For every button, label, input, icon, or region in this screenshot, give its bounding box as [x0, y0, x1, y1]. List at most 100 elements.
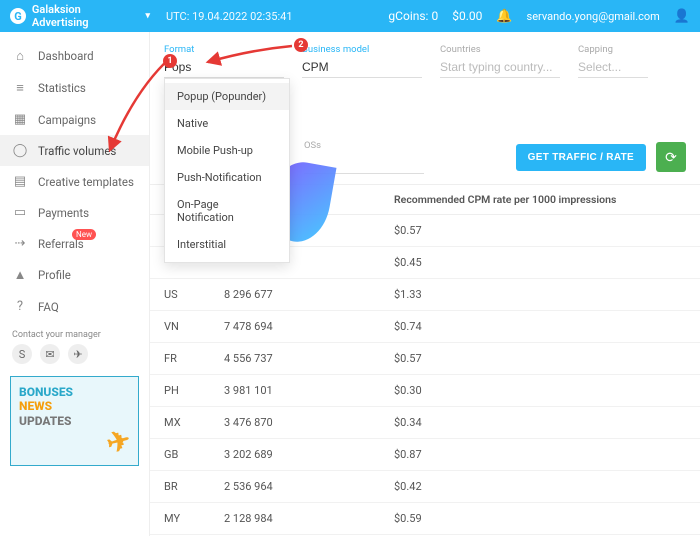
dropdown-item-interstitial[interactable]: Interstitial [165, 231, 289, 258]
sidebar-item-label: Traffic volumes [38, 144, 116, 158]
sidebar-item-referrals[interactable]: ⇢ReferralsNew [0, 228, 149, 259]
cell-country: MX [150, 407, 210, 439]
topbar: G Galaksion Advertising ▾ UTC: 19.04.202… [0, 0, 700, 32]
annotation-number-2: 2 [294, 38, 308, 52]
main-content: Format Business model Countries Capping … [150, 32, 700, 536]
sidebar-item-payments[interactable]: ▭ Payments [0, 197, 149, 228]
table-row: US8 296 677$1.33 [150, 279, 700, 311]
sidebar-item-label: Campaigns [38, 113, 96, 127]
campaigns-icon: ▦ [12, 112, 28, 127]
format-dropdown: Popup (Popunder) Native Mobile Push-up P… [164, 78, 290, 263]
countries-input[interactable] [440, 57, 560, 78]
table-row: VN7 478 694$0.74 [150, 311, 700, 343]
business-model-label: Business model [302, 44, 422, 55]
cell-cpm: $1.33 [380, 279, 700, 311]
cell-cpm: $0.57 [380, 215, 700, 247]
table-row: GB3 202 689$0.87 [150, 439, 700, 471]
profile-icon: ▲ [12, 267, 28, 283]
cell-cpm: $0.59 [380, 503, 700, 535]
cell-impressions: 2 536 964 [210, 471, 380, 503]
mail-icon[interactable]: ✉ [40, 344, 60, 364]
sidebar-item-profile[interactable]: ▲ Profile [0, 259, 149, 291]
th-cpm[interactable]: Recommended CPM rate per 1000 impression… [380, 185, 700, 215]
paper-plane-icon: ✈ [103, 423, 134, 462]
promo-banner[interactable]: BONUSES NEWS UPDATES ✈ [10, 376, 139, 466]
refresh-button[interactable]: ⟳ [656, 142, 686, 172]
cell-country: PH [150, 375, 210, 407]
business-model-input[interactable] [302, 57, 422, 78]
sidebar-item-label: Dashboard [38, 49, 94, 63]
capping-label: Capping [578, 44, 648, 55]
bell-icon[interactable]: 🔔 [496, 9, 512, 24]
sidebar-item-statistics[interactable]: ≡ Statistics [0, 72, 149, 104]
contact-manager-label: Contact your manager [0, 322, 149, 344]
brand-logo[interactable]: G Galaksion Advertising ▾ [10, 3, 150, 29]
cell-country: MY [150, 503, 210, 535]
cell-country: VN [150, 311, 210, 343]
dashboard-icon: ⌂ [12, 48, 28, 64]
cell-cpm: $0.34 [380, 407, 700, 439]
badge-new: New [72, 229, 96, 240]
countries-label: Countries [440, 44, 560, 55]
oss-label: OSs [304, 140, 424, 151]
utc-time: UTC: 19.04.2022 02:35:41 [166, 10, 293, 23]
cell-cpm: $0.74 [380, 311, 700, 343]
dropdown-item-mobile-pushup[interactable]: Mobile Push-up [165, 137, 289, 164]
dropdown-item-native[interactable]: Native [165, 110, 289, 137]
format-input[interactable] [164, 57, 284, 78]
cell-cpm: $0.45 [380, 247, 700, 279]
cell-cpm: $0.30 [380, 375, 700, 407]
dropdown-item-popup[interactable]: Popup (Popunder) [165, 83, 289, 110]
brand-name: Galaksion Advertising [32, 3, 140, 29]
cell-country: BR [150, 471, 210, 503]
promo-line2: NEWS [19, 399, 130, 413]
balance: $0.00 [452, 9, 482, 23]
statistics-icon: ≡ [12, 80, 28, 96]
table-row: BR2 536 964$0.42 [150, 471, 700, 503]
cell-impressions: 4 556 737 [210, 343, 380, 375]
annotation-number-1: 1 [163, 54, 177, 68]
sidebar-item-faq[interactable]: ? FAQ [0, 291, 149, 322]
chevron-down-icon: ▾ [145, 11, 150, 21]
sidebar-item-creative-templates[interactable]: ▤ Creative templates [0, 166, 149, 197]
get-traffic-rate-button[interactable]: GET TRAFFIC / RATE [516, 144, 646, 171]
cell-impressions: 3 476 870 [210, 407, 380, 439]
cell-impressions: 2 128 984 [210, 503, 380, 535]
skype-icon[interactable]: S [12, 344, 32, 364]
cell-impressions: 8 296 677 [210, 279, 380, 311]
cell-cpm: $0.42 [380, 471, 700, 503]
telegram-icon[interactable]: ✈ [68, 344, 88, 364]
templates-icon: ▤ [12, 174, 28, 189]
referrals-icon: ⇢ [12, 236, 28, 251]
table-row: PH3 981 101$0.30 [150, 375, 700, 407]
cell-impressions: 3 981 101 [210, 375, 380, 407]
cell-cpm: $0.87 [380, 439, 700, 471]
sidebar-item-label: Statistics [38, 81, 86, 95]
sidebar: ⌂ Dashboard ≡ Statistics ▦ Campaigns ◯ Traff… [0, 32, 150, 536]
sidebar-item-label: FAQ [38, 300, 59, 314]
table-row: MX3 476 870$0.34 [150, 407, 700, 439]
payments-icon: ▭ [12, 205, 28, 220]
cell-cpm: $0.57 [380, 343, 700, 375]
dropdown-item-push-notification[interactable]: Push-Notification [165, 164, 289, 191]
user-avatar-icon[interactable]: 👤 [674, 9, 690, 24]
sidebar-item-dashboard[interactable]: ⌂ Dashboard [0, 40, 149, 72]
user-email[interactable]: servando.yong@gmail.com [527, 10, 660, 23]
sidebar-item-label: Payments [38, 206, 89, 220]
cell-impressions: 3 202 689 [210, 439, 380, 471]
sidebar-item-traffic-volumes[interactable]: ◯ Traffic volumes [0, 135, 149, 166]
faq-icon: ? [12, 299, 28, 314]
cell-country: US [150, 279, 210, 311]
dropdown-item-onpage-notification[interactable]: On-Page Notification [165, 191, 289, 231]
sidebar-item-campaigns[interactable]: ▦ Campaigns [0, 104, 149, 135]
logo-icon: G [10, 8, 26, 24]
sidebar-item-label: Profile [38, 268, 71, 282]
promo-line1: BONUSES [19, 385, 130, 399]
format-label: Format [164, 44, 284, 55]
cell-country: FR [150, 343, 210, 375]
capping-input[interactable] [578, 57, 648, 78]
contact-icons: S ✉ ✈ [0, 344, 149, 372]
traffic-icon: ◯ [12, 143, 28, 158]
sidebar-item-label: Creative templates [38, 175, 134, 189]
cell-country: GB [150, 439, 210, 471]
